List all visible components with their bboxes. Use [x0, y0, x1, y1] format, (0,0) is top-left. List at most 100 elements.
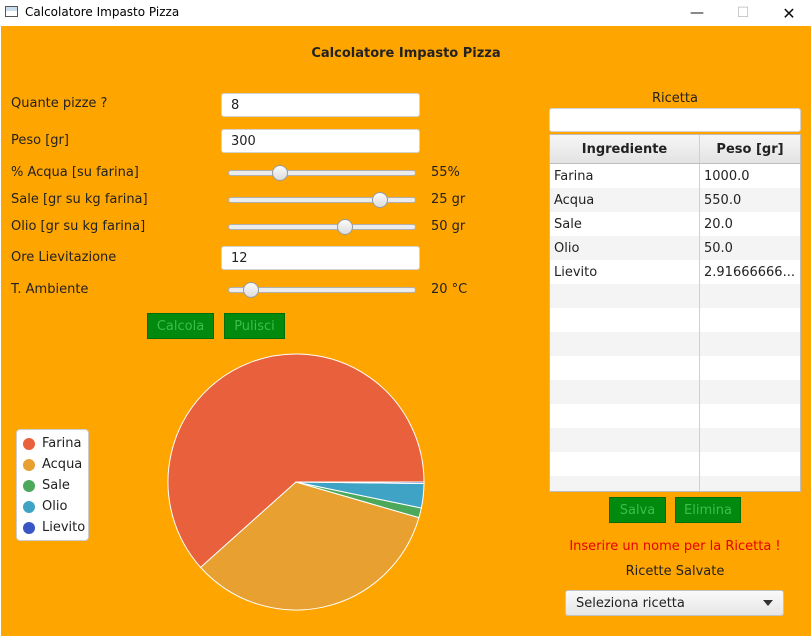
- column-header-peso[interactable]: Peso [gr]: [700, 135, 800, 163]
- window-title: Calcolatore Impasto Pizza: [25, 5, 180, 19]
- legend-label: Acqua: [42, 457, 83, 472]
- page-title: Calcolatore Impasto Pizza: [311, 46, 501, 61]
- empty-cell: [550, 380, 700, 404]
- ore-input[interactable]: 12: [221, 246, 420, 270]
- pizze-input[interactable]: 8: [221, 93, 420, 117]
- acqua-label: % Acqua [su farina]: [11, 165, 139, 180]
- table-row-empty: [550, 428, 800, 452]
- recipe-name-input[interactable]: [549, 108, 801, 132]
- pie-chart: [167, 353, 425, 611]
- temp-slider[interactable]: [228, 282, 416, 298]
- empty-cell: [550, 476, 700, 491]
- legend-swatch-acqua: [23, 458, 35, 471]
- table-row-empty: [550, 332, 800, 356]
- acqua-value: 55%: [431, 165, 460, 180]
- sale-value: 25 gr: [431, 192, 466, 207]
- table-row[interactable]: Sale 20.0: [550, 212, 800, 236]
- table-row[interactable]: Farina 1000.0: [550, 164, 800, 188]
- recipe-title: Ricetta: [652, 91, 698, 106]
- cell-peso: 2.91666666...: [704, 264, 795, 280]
- table-row-empty: [550, 404, 800, 428]
- empty-cell: [700, 452, 800, 476]
- sale-slider-thumb[interactable]: [371, 192, 388, 208]
- table-row-empty: [550, 284, 800, 308]
- cell-peso: 50.0: [704, 240, 733, 256]
- table-row[interactable]: Lievito 2.91666666...: [550, 260, 800, 284]
- cell-peso: 1000.0: [704, 168, 750, 184]
- maximize-button: ☐: [736, 5, 750, 21]
- legend-label: Lievito: [42, 520, 86, 535]
- saved-recipes-select[interactable]: Seleziona ricetta: [565, 590, 784, 616]
- window-titlebar: Calcolatore Impasto Pizza — ☐ ✕: [0, 0, 812, 26]
- olio-value: 50 gr: [431, 219, 466, 234]
- salva-button[interactable]: Salva: [609, 497, 666, 523]
- table-row-empty: [550, 476, 800, 491]
- salva-button-label: Salva: [619, 502, 656, 518]
- chevron-down-icon: [763, 600, 773, 606]
- pulisci-button[interactable]: Pulisci: [224, 313, 285, 339]
- chart-legend: Farina Acqua Sale Olio Lievito: [16, 429, 89, 541]
- cell-peso: 550.0: [704, 192, 742, 208]
- ingredients-table[interactable]: Ingrediente Peso [gr] Farina 1000.0 Acqua 5…: [549, 134, 801, 492]
- empty-cell: [550, 356, 700, 380]
- empty-cell: [700, 380, 800, 404]
- empty-cell: [700, 284, 800, 308]
- elimina-button-label: Elimina: [684, 502, 732, 518]
- cell-ingrediente: Farina: [550, 164, 700, 188]
- close-button[interactable]: ✕: [766, 0, 812, 26]
- table-row[interactable]: Acqua 550.0: [550, 188, 800, 212]
- legend-label: Farina: [42, 436, 82, 451]
- empty-cell: [550, 308, 700, 332]
- peso-input[interactable]: 300: [221, 129, 420, 153]
- temp-value: 20 °C: [431, 282, 468, 297]
- pulisci-button-label: Pulisci: [234, 318, 275, 334]
- empty-cell: [700, 308, 800, 332]
- saved-recipes-label: Ricette Salvate: [625, 564, 725, 579]
- olio-slider[interactable]: [228, 219, 416, 235]
- calcola-button-label: Calcola: [156, 318, 205, 334]
- table-row[interactable]: Olio 50.0: [550, 236, 800, 260]
- empty-cell: [700, 404, 800, 428]
- sale-label: Sale [gr su kg farina]: [11, 192, 148, 207]
- table-row-empty: [550, 356, 800, 380]
- empty-cell: [700, 356, 800, 380]
- cell-ingrediente: Sale: [550, 212, 700, 236]
- empty-cell: [700, 476, 800, 491]
- peso-label: Peso [gr]: [11, 133, 69, 148]
- olio-slider-thumb[interactable]: [337, 219, 354, 235]
- app-window: Calcolatore Impasto Pizza Quante pizze ?…: [1, 26, 811, 636]
- table-body: Farina 1000.0 Acqua 550.0 Sale 20.0 Olio 50.0 Li…: [550, 164, 800, 491]
- empty-cell: [700, 428, 800, 452]
- empty-cell: [550, 332, 700, 356]
- minimize-button[interactable]: —: [674, 0, 720, 26]
- legend-swatch-sale: [23, 479, 35, 492]
- acqua-slider-thumb[interactable]: [272, 165, 288, 181]
- legend-item: Sale: [23, 475, 88, 496]
- error-message: Inserire un nome per la Ricetta !: [569, 539, 781, 554]
- pizze-label: Quante pizze ?: [11, 96, 108, 111]
- table-header: Ingrediente Peso [gr]: [550, 135, 800, 164]
- empty-cell: [550, 428, 700, 452]
- temp-slider-thumb[interactable]: [242, 282, 259, 298]
- legend-item: Acqua: [23, 454, 88, 475]
- table-row-empty: [550, 452, 800, 476]
- select-value: Seleziona ricetta: [576, 595, 685, 611]
- legend-swatch-olio: [23, 500, 35, 513]
- cell-ingrediente: Olio: [550, 236, 700, 260]
- olio-label: Olio [gr su kg farina]: [11, 219, 146, 234]
- empty-cell: [550, 284, 700, 308]
- legend-swatch-farina: [23, 437, 35, 450]
- sale-slider[interactable]: [228, 192, 416, 208]
- empty-cell: [550, 452, 700, 476]
- legend-item: Olio: [23, 496, 88, 517]
- temp-label: T. Ambiente: [11, 282, 89, 297]
- legend-item: Lievito: [23, 517, 88, 538]
- column-header-ingrediente[interactable]: Ingrediente: [550, 135, 700, 163]
- acqua-slider[interactable]: [228, 165, 416, 181]
- ore-label: Ore Lievitazione: [11, 250, 117, 265]
- app-icon: [5, 6, 18, 17]
- calcola-button[interactable]: Calcola: [147, 313, 214, 339]
- empty-cell: [550, 404, 700, 428]
- elimina-button[interactable]: Elimina: [675, 497, 741, 523]
- cell-ingrediente: Acqua: [550, 188, 700, 212]
